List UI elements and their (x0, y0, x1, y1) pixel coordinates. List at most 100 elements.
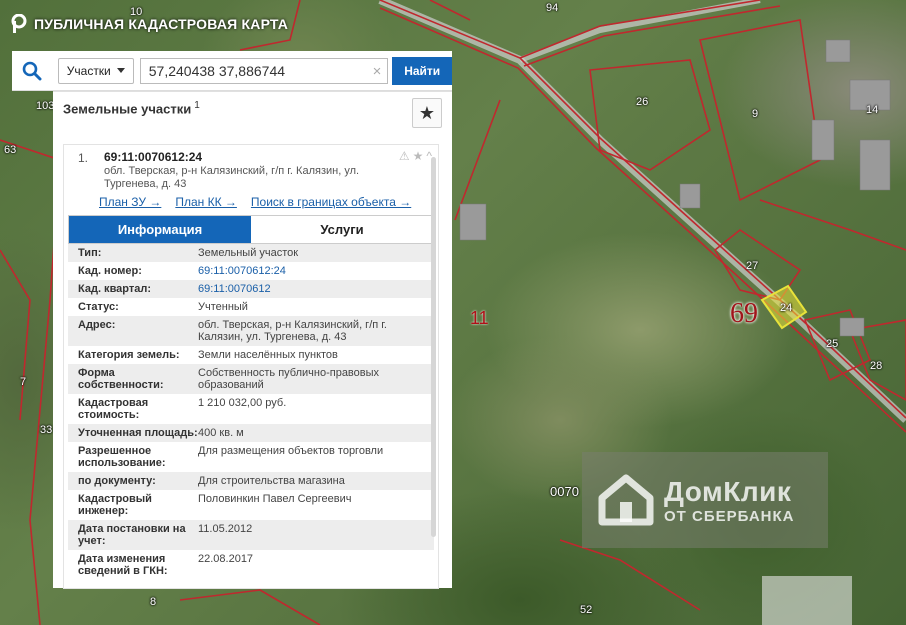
info-value: Для размещения объектов торговли (198, 445, 384, 457)
panel-title: Земельные участки 1 (63, 100, 442, 116)
parcel-label: 63 (4, 144, 17, 156)
info-value: 1 210 032,00 руб. (198, 397, 287, 409)
parcel-card: 1. 69:11:0070612:24 обл. Тверская, р-н К… (63, 144, 439, 589)
info-key: по документу: (78, 475, 156, 487)
search-type-dropdown[interactable]: Участки (57, 57, 134, 84)
boundary-top-2 (429, 0, 471, 21)
info-row: Уточненная площадь: 400 кв. м (68, 424, 434, 442)
search-type-label: Участки (66, 63, 111, 78)
find-button[interactable]: Найти (392, 56, 453, 85)
building (459, 203, 487, 241)
building (859, 139, 891, 191)
parcel-9 (699, 19, 821, 202)
star-icon[interactable]: ★ (413, 149, 424, 163)
clear-icon[interactable]: × (373, 63, 382, 80)
parcel-label: 27 (746, 260, 759, 272)
boundary-left (0, 139, 61, 625)
parcel-label: 94 (546, 2, 559, 14)
parcel-label: 33 (40, 424, 53, 436)
info-row: Кадастровый инженер: Половинкин Павел Сер… (68, 490, 434, 520)
parcel-26 (589, 59, 711, 171)
parcel-label: 28 (870, 360, 883, 372)
info-value: 22.08.2017 (198, 553, 254, 565)
app-header: ПУБЛИЧНАЯ КАДАСТРОВАЯ КАРТА (10, 14, 288, 34)
results-panel: Земельные участки 1 ★ 1. 69:11:0070612:24… (53, 91, 452, 589)
result-index: 1. (78, 151, 89, 165)
info-key: Статус: (78, 301, 119, 313)
info-key: Адрес: (78, 319, 116, 331)
info-row: Кад. номер: 69:11:0070612:24 (68, 262, 434, 280)
parcel-label: 103 (36, 100, 55, 112)
app-logo-icon[interactable] (10, 14, 28, 34)
parcel-label: 8 (150, 596, 157, 608)
building (825, 39, 851, 63)
info-key: Форма собственности: (78, 367, 164, 391)
info-key: Уточненная площадь: (78, 427, 198, 439)
info-table: Тип: Земельный участок Кад. номер: 69:11:0… (68, 244, 434, 580)
road-boundary-2 (379, 7, 906, 433)
tab-info[interactable]: Информация (69, 216, 251, 243)
search-icon[interactable] (12, 51, 52, 91)
info-key: Дата постановки на учет: (78, 523, 186, 547)
boundary-bottom (179, 589, 321, 625)
building (679, 183, 701, 209)
tab-services[interactable]: Услуги (251, 216, 433, 243)
info-value: 400 кв. м (198, 427, 244, 439)
building (839, 317, 865, 337)
info-key: Тип: (78, 247, 102, 259)
parcel-label: 7 (20, 376, 27, 388)
info-row: Дата постановки на учет: 11.05.2012 (68, 520, 434, 550)
search-bounds-link[interactable]: Поиск в границах объекта → (251, 195, 411, 209)
info-key: Дата изменения сведений в ГКН: (78, 553, 168, 577)
boundary-left-2 (0, 249, 31, 421)
results-count: 1 (194, 100, 200, 111)
corner-badge (762, 576, 852, 625)
parcel-label: 52 (580, 604, 593, 616)
plan-kk-link[interactable]: План КК → (175, 195, 237, 209)
house-logo-icon (598, 474, 654, 526)
info-row: Кад. квартал: 69:11:0070612 (68, 280, 434, 298)
panel-header: Земельные участки 1 ★ (53, 92, 452, 142)
search-bar: Участки × Найти (12, 51, 453, 91)
info-row: по документу: Для строительства магазина (68, 472, 434, 490)
app-title: ПУБЛИЧНАЯ КАДАСТРОВАЯ КАРТА (34, 16, 289, 32)
info-value: Собственность публично-правовых образова… (198, 367, 380, 391)
top-boundary-2 (523, 5, 781, 67)
info-value: Земельный участок (198, 247, 299, 259)
card-links: План ЗУ → План КК → Поиск в границах объ… (99, 195, 438, 209)
card-tabs: Информация Услуги (68, 215, 434, 244)
building (811, 119, 835, 161)
region-code-label: 69 (730, 298, 758, 329)
search-input[interactable] (148, 62, 359, 79)
cadastral-number: 69:11:0070612:24 (104, 150, 203, 164)
star-icon: ★ (418, 102, 436, 123)
info-row: Разрешенное использование: Для размещения… (68, 442, 434, 472)
info-row: Форма собственности: Собственность публич… (68, 364, 434, 394)
parcel-label: 25 (826, 338, 839, 350)
parcel-label: 9 (752, 108, 759, 120)
info-key: Кад. квартал: (78, 283, 152, 295)
panel-title-text: Земельные участки (63, 101, 192, 117)
chevron-down-icon (116, 68, 125, 73)
info-value: Земли населённых пунктов (198, 349, 338, 361)
parcel-label: 24 (780, 302, 793, 314)
info-value-link[interactable]: 69:11:0070612 (198, 283, 271, 295)
parcel-address: обл. Тверская, р-н Калязинский, г/п г. К… (104, 165, 360, 190)
boundary-right (759, 199, 906, 251)
warning-icon[interactable]: ⚠ (399, 149, 410, 163)
favorite-button[interactable]: ★ (412, 98, 442, 128)
info-row: Тип: Земельный участок (68, 244, 434, 262)
info-value: Для строительства магазина (198, 475, 345, 487)
card-scrollbar[interactable] (431, 157, 436, 537)
search-field: × (139, 57, 389, 84)
info-key: Кад. номер: (78, 265, 142, 277)
domclick-watermark: ДомКлик ОТ СБЕРБАНКА (582, 452, 828, 548)
quarter-code-label: 0070 (550, 484, 579, 499)
card-header: 1. 69:11:0070612:24 обл. Тверская, р-н К… (64, 145, 438, 191)
plan-zu-link[interactable]: План ЗУ → (99, 195, 161, 209)
info-value-link[interactable]: 69:11:0070612:24 (198, 265, 286, 277)
info-value: Учтенный (198, 301, 248, 313)
info-key: Разрешенное использование: (78, 445, 166, 469)
info-key: Категория земель: (78, 349, 180, 361)
info-value: обл. Тверская, р-н Калязинский, г/п г. К… (198, 319, 387, 343)
